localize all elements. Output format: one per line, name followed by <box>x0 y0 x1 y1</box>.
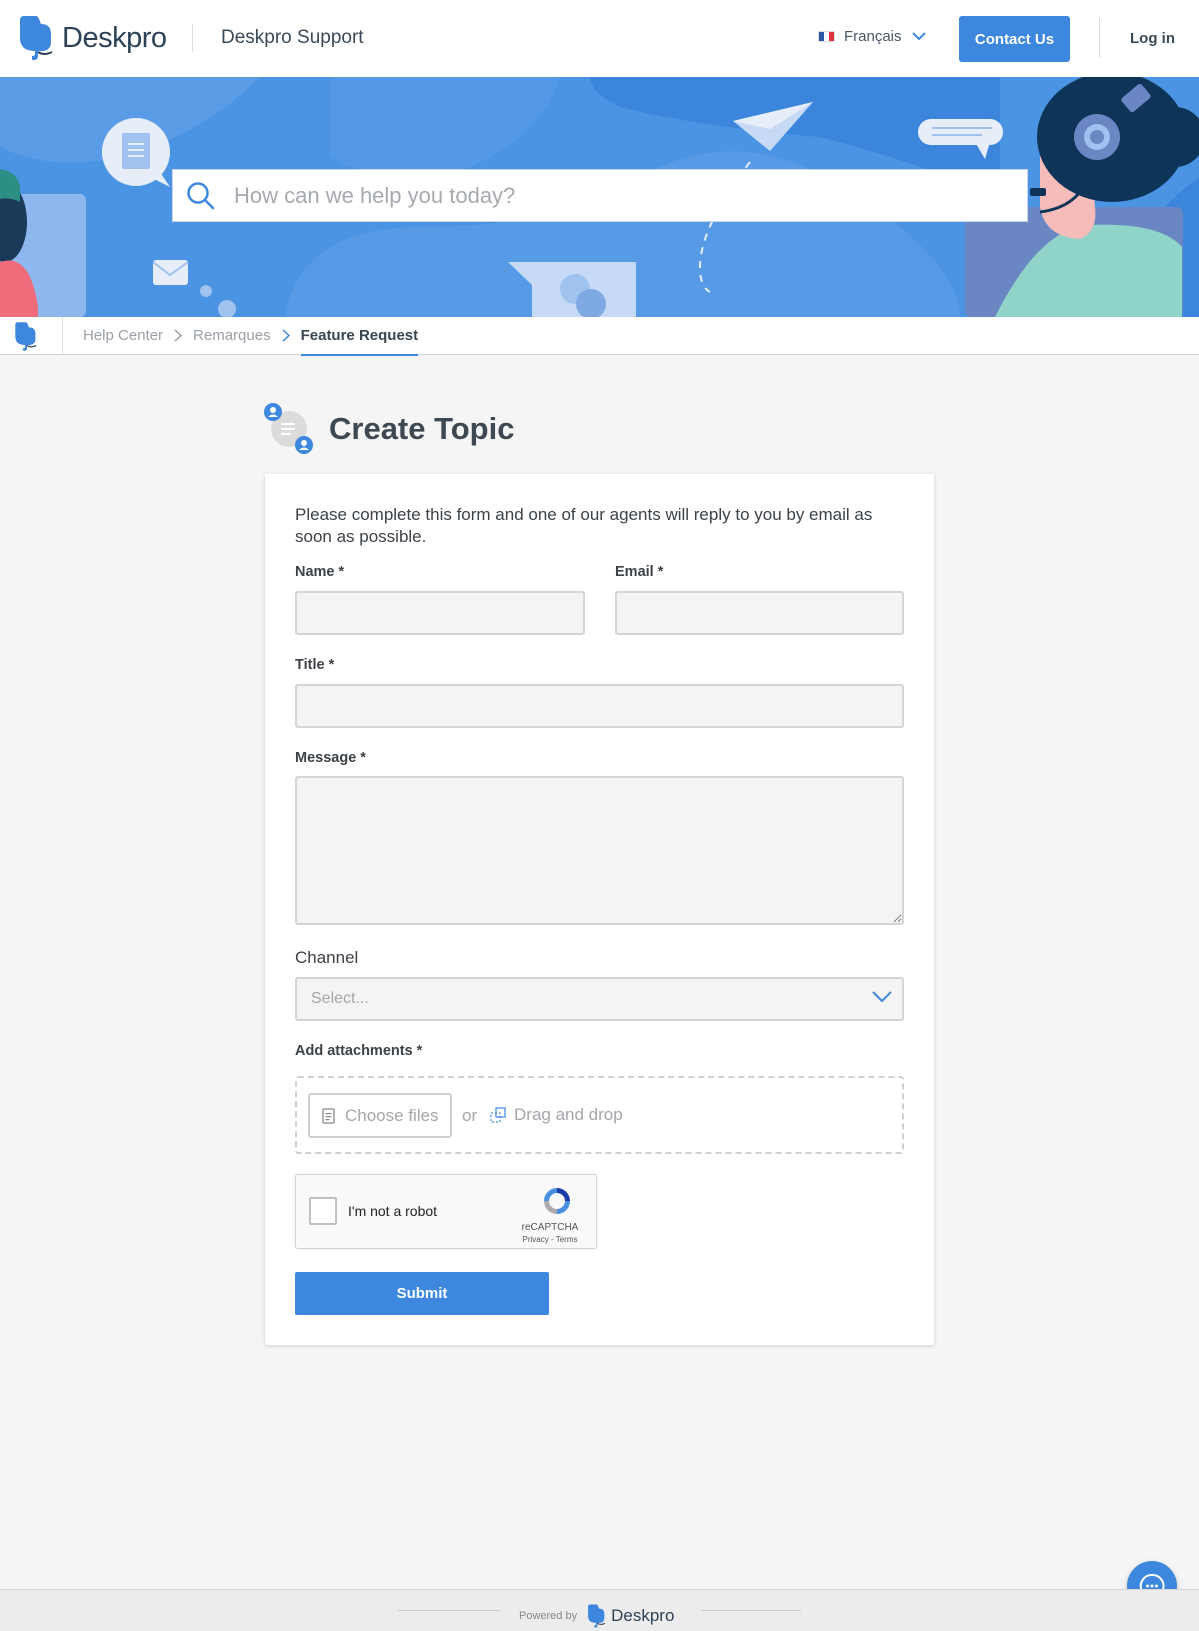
chevron-right-icon <box>282 329 290 342</box>
email-label: Email * <box>615 564 664 580</box>
or-text: or <box>462 1106 478 1125</box>
breadcrumb-remarques[interactable]: Remarques <box>193 327 271 344</box>
search-icon <box>187 181 215 209</box>
deskpro-logo[interactable]: Deskpro <box>18 16 167 60</box>
language-label: Français <box>844 28 902 45</box>
powered-by-label: Powered by <box>519 1610 578 1622</box>
search-input[interactable] <box>234 182 994 209</box>
name-field[interactable] <box>295 591 585 635</box>
recaptcha-brand: reCAPTCHA <box>521 1222 579 1233</box>
recaptcha-label: I'm not a robot <box>348 1203 438 1219</box>
choose-files-label: Choose files <box>345 1105 439 1125</box>
submit-button[interactable]: Submit <box>295 1272 549 1315</box>
community-topic-icon <box>264 403 313 454</box>
channel-select-value: Select... <box>311 990 369 1007</box>
chevron-down-icon <box>872 991 892 1003</box>
breadcrumb-help-center[interactable]: Help Center <box>83 327 163 344</box>
footer-line-right <box>701 1610 801 1611</box>
site-header: Deskpro Deskpro Support Français Contact… <box>0 0 1199 77</box>
contact-us-button[interactable]: Contact Us <box>959 16 1070 62</box>
channel-label: Channel <box>295 948 359 967</box>
drag-drop-hint: Drag and drop <box>490 1105 623 1125</box>
site-footer: Powered by Deskpro <box>0 1589 1199 1631</box>
drag-drop-label: Drag and drop <box>514 1105 623 1124</box>
search-bar[interactable] <box>172 169 1028 222</box>
chevron-right-icon <box>174 329 183 342</box>
deskpro-footer-icon <box>588 1604 606 1628</box>
home-logo[interactable] <box>14 322 40 356</box>
powered-by[interactable]: Powered by Deskpro <box>519 1604 674 1628</box>
channel-select[interactable]: Select... <box>295 977 904 1021</box>
recaptcha-privacy-terms[interactable]: Privacy - Terms <box>520 1235 580 1244</box>
recaptcha-logo-icon <box>544 1188 570 1214</box>
attachments-label: Add attachments * <box>295 1043 423 1059</box>
email-field[interactable] <box>615 591 904 635</box>
recaptcha-checkbox[interactable] <box>309 1197 337 1225</box>
language-selector[interactable]: Français <box>818 28 926 45</box>
powered-by-brand: Deskpro <box>611 1606 675 1625</box>
deskpro-logo-icon <box>20 16 53 60</box>
attachment-dropzone[interactable]: Choose files or Drag and drop <box>295 1076 904 1154</box>
login-link[interactable]: Log in <box>1130 30 1175 47</box>
header-divider-2 <box>1099 18 1100 58</box>
header-divider <box>192 24 193 52</box>
create-topic-form: Please complete this form and one of our… <box>265 474 934 1345</box>
name-label: Name * <box>295 564 345 580</box>
drag-drop-icon <box>490 1106 506 1123</box>
breadcrumb-divider <box>62 317 63 354</box>
page-header: Create Topic <box>263 403 514 455</box>
form-intro: Please complete this form and one of our… <box>295 505 873 546</box>
title-field[interactable] <box>295 684 904 728</box>
france-flag-icon <box>818 31 835 42</box>
message-field[interactable] <box>295 776 904 925</box>
choose-files-button[interactable]: Choose files <box>308 1093 452 1138</box>
breadcrumb-feature-request[interactable]: Feature Request <box>300 327 418 356</box>
chevron-down-icon <box>911 32 926 41</box>
deskpro-small-icon <box>15 322 37 351</box>
brand-name: Deskpro <box>62 21 167 54</box>
title-label: Title * <box>295 657 335 673</box>
site-name[interactable]: Deskpro Support <box>221 27 364 49</box>
file-icon <box>322 1107 335 1124</box>
breadcrumb-bar: Help Center Remarques Feature Request <box>0 317 1199 356</box>
footer-line-left <box>398 1610 500 1611</box>
breadcrumb: Help Center Remarques Feature Request <box>83 327 418 356</box>
page-title: Create Topic <box>329 411 515 446</box>
hero-banner <box>0 77 1199 317</box>
message-label: Message * <box>295 750 366 766</box>
recaptcha-widget: I'm not a robot reCAPTCHA Privacy - Term… <box>295 1174 597 1249</box>
